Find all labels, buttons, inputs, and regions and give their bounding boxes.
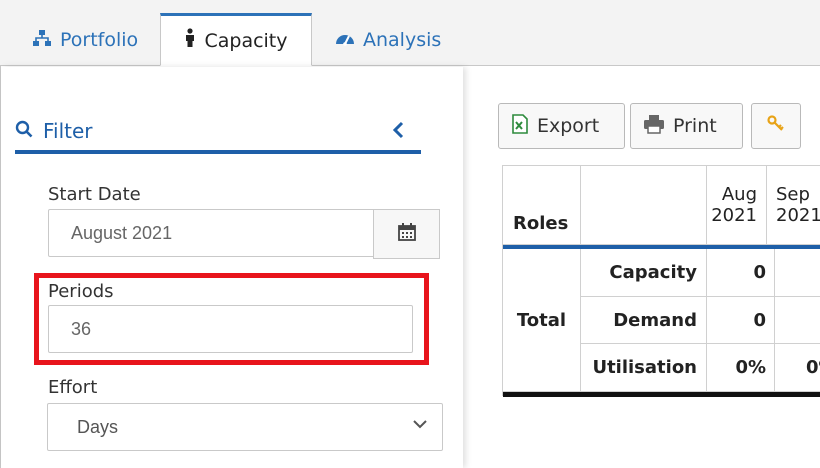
dashboard-icon [335, 29, 355, 52]
chevron-down-icon [412, 416, 428, 437]
sitemap-icon [32, 29, 52, 52]
effort-label: Effort [48, 377, 98, 398]
key-button[interactable] [751, 103, 801, 149]
excel-icon [511, 113, 529, 139]
tab-portfolio[interactable]: Portfolio [22, 14, 148, 66]
export-label: Export [537, 115, 600, 137]
header-spacer [581, 166, 707, 245]
search-icon [15, 119, 43, 143]
cell-demand-sep [775, 297, 820, 344]
cell-utilisation-sep: 0% [775, 344, 820, 392]
periods-highlight-box [34, 273, 429, 365]
print-label: Print [673, 115, 717, 137]
cell-capacity-sep [775, 249, 820, 297]
start-date-input[interactable]: August 2021 [48, 209, 375, 257]
tab-label: Analysis [363, 29, 442, 51]
effort-value: Days [77, 416, 119, 437]
print-icon [643, 114, 665, 139]
month-line2: 2021 [776, 205, 820, 226]
cell-utilisation-aug: 0% [707, 344, 775, 392]
cell-capacity-aug: 0 [707, 249, 775, 297]
tab-analysis[interactable]: Analysis [325, 14, 451, 66]
person-icon [184, 28, 196, 53]
cell-demand-aug: 0 [707, 297, 775, 344]
month-line1: Aug [721, 184, 757, 205]
tab-bar: Portfolio Capacity Analysis [0, 0, 820, 66]
chevron-left-icon[interactable] [391, 118, 405, 146]
export-button[interactable]: Export [498, 103, 625, 149]
month-header-aug-2021: Aug 2021 [707, 166, 767, 245]
calendar-icon [397, 222, 417, 246]
start-date-label: Start Date [48, 184, 141, 205]
row-label-utilisation: Utilisation [581, 344, 707, 392]
grid-bottom-border [503, 392, 820, 397]
roles-header: Roles [503, 166, 581, 245]
tab-capacity[interactable]: Capacity [160, 13, 312, 66]
month-line2: 2021 [711, 205, 757, 226]
filter-title: Filter [43, 119, 93, 143]
tab-label: Portfolio [60, 29, 139, 51]
row-label-demand: Demand [581, 297, 707, 344]
month-line1: Sep [776, 184, 810, 205]
month-header-sep-2021: Sep 2021 [767, 166, 820, 245]
filter-header: Filter [15, 112, 421, 154]
effort-select[interactable]: Days [47, 403, 443, 451]
calendar-button[interactable] [373, 209, 440, 259]
row-label-capacity: Capacity [581, 249, 707, 297]
group-label-total: Total [503, 249, 581, 392]
capacity-grid: Roles Aug 2021 Sep 2021 Total Capacity 0… [502, 165, 820, 397]
start-date-value: August 2021 [71, 222, 173, 243]
print-button[interactable]: Print [630, 103, 743, 149]
key-icon [767, 114, 785, 138]
tab-label: Capacity [204, 29, 288, 52]
